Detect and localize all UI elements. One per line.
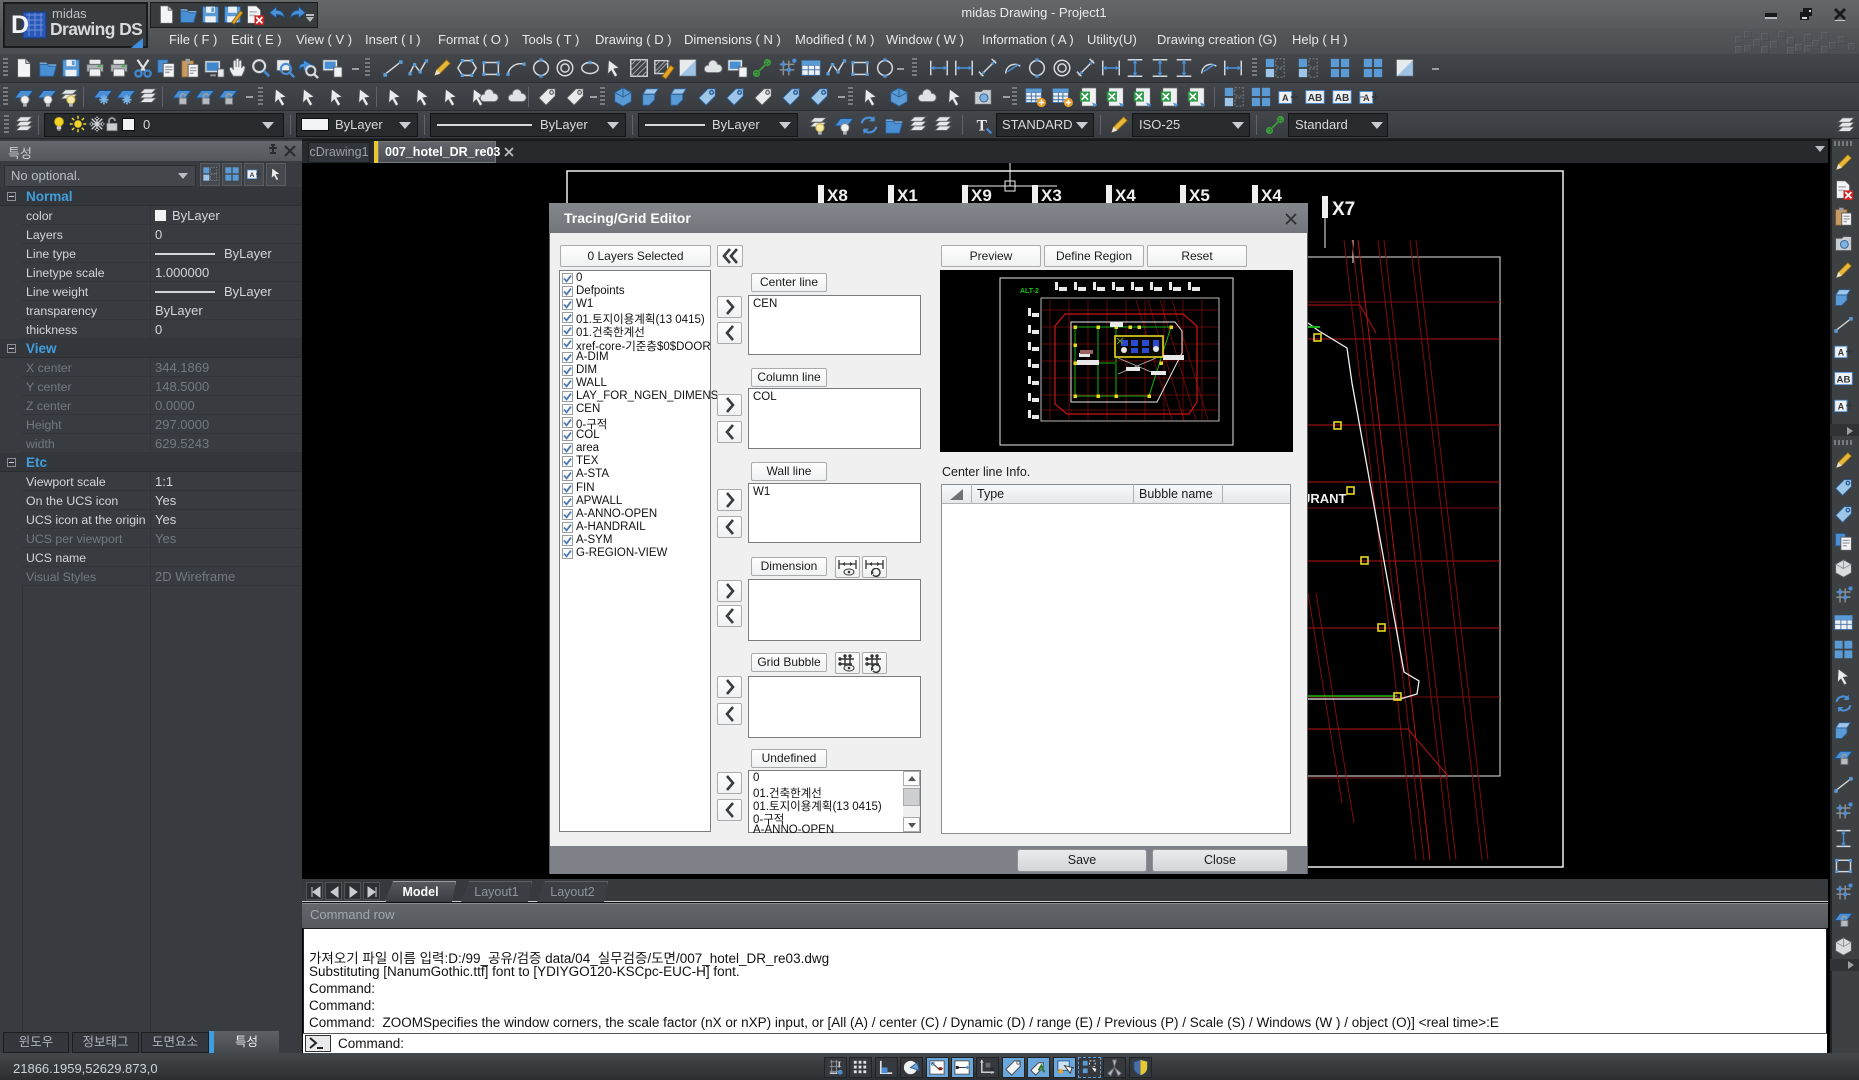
svg-text:X7: X7 (1332, 199, 1355, 220)
svg-text:D: D (11, 11, 29, 39)
svg-text:ALT-2: ALT-2 (1020, 288, 1039, 295)
